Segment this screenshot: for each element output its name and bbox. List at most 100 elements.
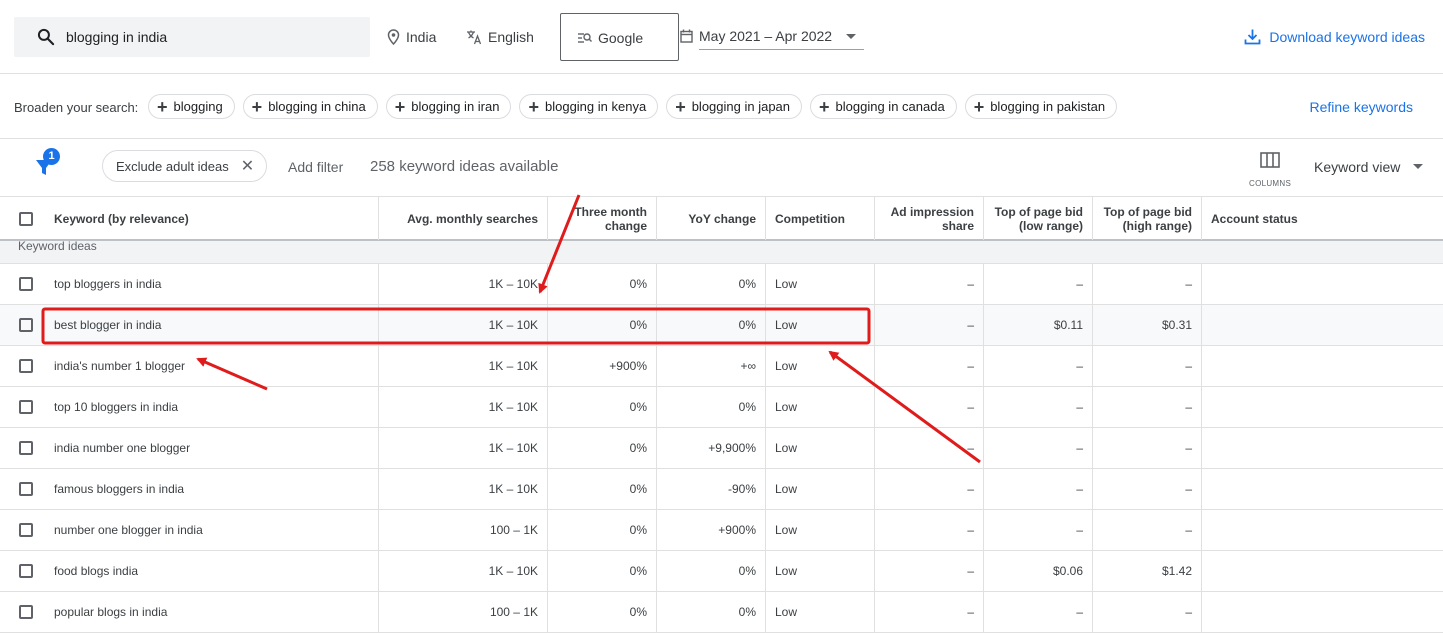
chip-label: blogging in canada xyxy=(835,99,945,114)
chevron-down-icon[interactable] xyxy=(1413,164,1423,169)
columns-icon xyxy=(1260,152,1280,168)
row-checkbox[interactable] xyxy=(19,482,33,496)
header-competition[interactable]: Competition xyxy=(766,197,875,240)
chevron-down-icon[interactable] xyxy=(846,34,856,39)
cell-account-status xyxy=(1202,428,1443,468)
cell-keyword: top bloggers in india xyxy=(45,264,379,304)
section-label: Keyword ideas xyxy=(18,239,97,253)
cell-three-month: 0% xyxy=(548,592,657,632)
cell-keyword: india's number 1 blogger xyxy=(45,346,379,386)
row-checkbox[interactable] xyxy=(19,277,33,291)
language-selector[interactable]: English xyxy=(466,29,534,45)
cell-keyword: popular blogs in india xyxy=(45,592,379,632)
columns-label: COLUMNS xyxy=(1249,179,1292,188)
cell-bid-high: $1.42 xyxy=(1093,551,1202,591)
table-row[interactable]: india's number 1 blogger 1K – 10K +900% +∞ L… xyxy=(0,346,1443,387)
header-avg-monthly-searches[interactable]: Avg. monthly searches xyxy=(379,197,548,240)
cell-ad-share: – xyxy=(875,592,984,632)
chip-label: blogging in kenya xyxy=(544,99,647,114)
table-row[interactable]: popular blogs in india 100 – 1K 0% 0% Low – – – xyxy=(0,592,1443,633)
row-checkbox[interactable] xyxy=(19,359,33,373)
cell-competition: Low xyxy=(766,592,875,632)
plus-icon: + xyxy=(819,96,830,117)
cell-bid-low: – xyxy=(984,469,1093,509)
broaden-chips: + blogging + blogging in china + blogging i… xyxy=(148,94,1118,119)
cell-ad-share: – xyxy=(875,264,984,304)
header-ad-impression-share[interactable]: Ad impression share xyxy=(875,197,984,240)
keyword-view-dropdown[interactable]: Keyword view xyxy=(1314,159,1400,175)
network-selector[interactable]: Google xyxy=(560,13,679,61)
exclude-adult-ideas-chip[interactable]: Exclude adult ideas ✕ xyxy=(102,150,268,182)
header-account-status[interactable]: Account status xyxy=(1202,197,1443,240)
exclude-chip-label: Exclude adult ideas xyxy=(116,158,229,174)
plus-icon: + xyxy=(528,96,539,117)
cell-three-month: 0% xyxy=(548,387,657,427)
cell-three-month: 0% xyxy=(548,428,657,468)
table-row[interactable]: top bloggers in india 1K – 10K 0% 0% Low – – – xyxy=(0,264,1443,305)
cell-account-status xyxy=(1202,510,1443,550)
cell-bid-low: – xyxy=(984,387,1093,427)
broaden-chip[interactable]: + blogging in china xyxy=(242,94,378,119)
plus-icon: + xyxy=(675,96,686,117)
header-keyword[interactable]: Keyword (by relevance) xyxy=(45,197,379,240)
location-selector[interactable]: India xyxy=(387,29,436,45)
table-row[interactable]: india number one blogger 1K – 10K 0% +9,900… xyxy=(0,428,1443,469)
broaden-search-bar: Broaden your search: + blogging + blogging… xyxy=(0,74,1443,139)
broaden-chip[interactable]: + blogging in kenya xyxy=(519,94,659,119)
cell-keyword: number one blogger in india xyxy=(45,510,379,550)
header-three-month-change[interactable]: Three month change xyxy=(548,197,657,240)
broaden-chip[interactable]: + blogging in pakistan xyxy=(964,94,1118,119)
cell-competition: Low xyxy=(766,428,875,468)
download-icon xyxy=(1244,29,1261,45)
cell-competition: Low xyxy=(766,264,875,304)
cell-competition: Low xyxy=(766,305,875,345)
broaden-chip[interactable]: + blogging in canada xyxy=(810,94,957,119)
cell-competition: Low xyxy=(766,469,875,509)
cell-yoy: +900% xyxy=(657,510,766,550)
date-range-selector[interactable]: May 2021 – Apr 2022 xyxy=(680,28,832,44)
cell-keyword: famous bloggers in india xyxy=(45,469,379,509)
cell-avg: 1K – 10K xyxy=(379,469,548,509)
refine-keywords-link[interactable]: Refine keywords xyxy=(1310,99,1414,115)
cell-bid-high: $0.31 xyxy=(1093,305,1202,345)
location-label: India xyxy=(406,29,437,45)
cell-keyword: top 10 bloggers in india xyxy=(45,387,379,427)
add-filter-button[interactable]: Add filter xyxy=(288,159,343,175)
search-query: blogging in india xyxy=(66,29,168,45)
table-row[interactable]: food blogs india 1K – 10K 0% 0% Low – $0.06 $1.… xyxy=(0,551,1443,592)
filter-count-badge: 1 xyxy=(43,148,60,165)
cell-ad-share: – xyxy=(875,305,984,345)
date-range-label: May 2021 – Apr 2022 xyxy=(699,28,833,44)
close-icon[interactable]: ✕ xyxy=(241,156,254,176)
search-icon xyxy=(37,28,55,46)
broaden-chip[interactable]: + blogging in iran xyxy=(385,94,512,119)
table-row[interactable]: number one blogger in india 100 – 1K 0% +90… xyxy=(0,510,1443,551)
header-bid-high[interactable]: Top of page bid (high range) xyxy=(1093,197,1202,240)
broaden-chip[interactable]: + blogging in japan xyxy=(666,94,803,119)
row-checkbox[interactable] xyxy=(19,318,33,332)
row-checkbox[interactable] xyxy=(19,564,33,578)
broaden-chip[interactable]: + blogging xyxy=(148,94,235,119)
cell-bid-low: $0.06 xyxy=(984,551,1093,591)
row-checkbox[interactable] xyxy=(19,400,33,414)
cell-bid-low: – xyxy=(984,592,1093,632)
search-box[interactable]: blogging in india xyxy=(14,17,370,57)
table-row[interactable]: famous bloggers in india 1K – 10K 0% -90% Lo… xyxy=(0,469,1443,510)
table-row[interactable]: top 10 bloggers in india 1K – 10K 0% 0% Low –… xyxy=(0,387,1443,428)
row-checkbox[interactable] xyxy=(19,605,33,619)
download-keyword-ideas-button[interactable]: Download keyword ideas xyxy=(1244,28,1425,45)
header-bid-low[interactable]: Top of page bid (low range) xyxy=(984,197,1093,240)
keyword-table: Keyword (by relevance) Avg. monthly sear… xyxy=(0,196,1443,633)
chip-label: blogging in china xyxy=(268,99,366,114)
cell-bid-high: – xyxy=(1093,510,1202,550)
row-checkbox[interactable] xyxy=(19,523,33,537)
select-all-checkbox[interactable] xyxy=(19,212,33,226)
plus-icon: + xyxy=(251,96,263,117)
cell-avg: 1K – 10K xyxy=(379,346,548,386)
row-checkbox[interactable] xyxy=(19,441,33,455)
columns-button[interactable]: COLUMNS xyxy=(1249,152,1291,188)
header-yoy-change[interactable]: YoY change xyxy=(657,197,766,240)
plus-icon: + xyxy=(157,96,168,117)
cell-yoy: 0% xyxy=(657,305,766,345)
table-row[interactable]: best blogger in india 1K – 10K 0% 0% Low – $0.… xyxy=(0,305,1443,346)
